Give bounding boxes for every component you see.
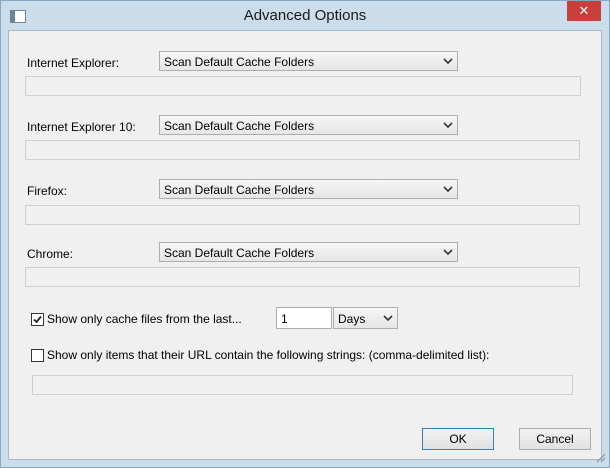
last-files-amount-value: 1 (281, 312, 288, 326)
resize-grip-icon[interactable] (594, 451, 606, 463)
last-files-amount-input[interactable]: 1 (276, 307, 332, 329)
chrome-cache-path-field[interactable] (25, 267, 580, 287)
url-filter-label[interactable]: Show only items that their URL contain t… (47, 348, 489, 362)
ie10-cache-path-field[interactable] (25, 140, 580, 160)
firefox-scan-mode-value: Scan Default Cache Folders (164, 183, 315, 197)
last-files-label[interactable]: Show only cache files from the last... (47, 312, 242, 326)
cancel-button[interactable]: Cancel (519, 428, 591, 450)
chevron-down-icon (383, 315, 393, 322)
close-button[interactable]: ✕ (567, 1, 601, 21)
chevron-down-icon (443, 122, 453, 129)
window-title: Advanced Options (243, 7, 367, 24)
last-files-unit-value: Days (338, 312, 366, 326)
ie-cache-path-field[interactable] (25, 76, 581, 96)
dialog-client-area: Internet Explorer: Scan Default Cache Fo… (8, 30, 602, 460)
ok-button[interactable]: OK (422, 428, 494, 450)
chrome-scan-mode-select[interactable]: Scan Default Cache Folders (159, 242, 458, 262)
ie-label: Internet Explorer: (27, 56, 120, 70)
firefox-label: Firefox: (27, 184, 68, 198)
firefox-cache-path-field[interactable] (25, 205, 580, 225)
ie10-label: Internet Explorer 10: (27, 120, 136, 134)
title-bar[interactable]: Advanced Options ✕ (1, 1, 609, 31)
chevron-down-icon (443, 186, 453, 193)
ie10-scan-mode-value: Scan Default Cache Folders (164, 119, 315, 133)
ie10-scan-mode-select[interactable]: Scan Default Cache Folders (159, 115, 458, 135)
chevron-down-icon (443, 249, 453, 256)
ie-scan-mode-value: Scan Default Cache Folders (164, 55, 315, 69)
firefox-scan-mode-select[interactable]: Scan Default Cache Folders (159, 179, 458, 199)
checkmark-icon (33, 315, 42, 324)
last-files-checkbox[interactable] (31, 313, 44, 326)
ie-scan-mode-select[interactable]: Scan Default Cache Folders (159, 51, 458, 71)
close-icon: ✕ (578, 3, 590, 18)
chrome-scan-mode-value: Scan Default Cache Folders (164, 246, 315, 260)
last-files-unit-select[interactable]: Days (333, 307, 398, 329)
url-filter-checkbox[interactable] (31, 349, 44, 362)
chevron-down-icon (443, 58, 453, 65)
url-filter-input[interactable] (32, 375, 573, 395)
chrome-label: Chrome: (27, 247, 74, 261)
